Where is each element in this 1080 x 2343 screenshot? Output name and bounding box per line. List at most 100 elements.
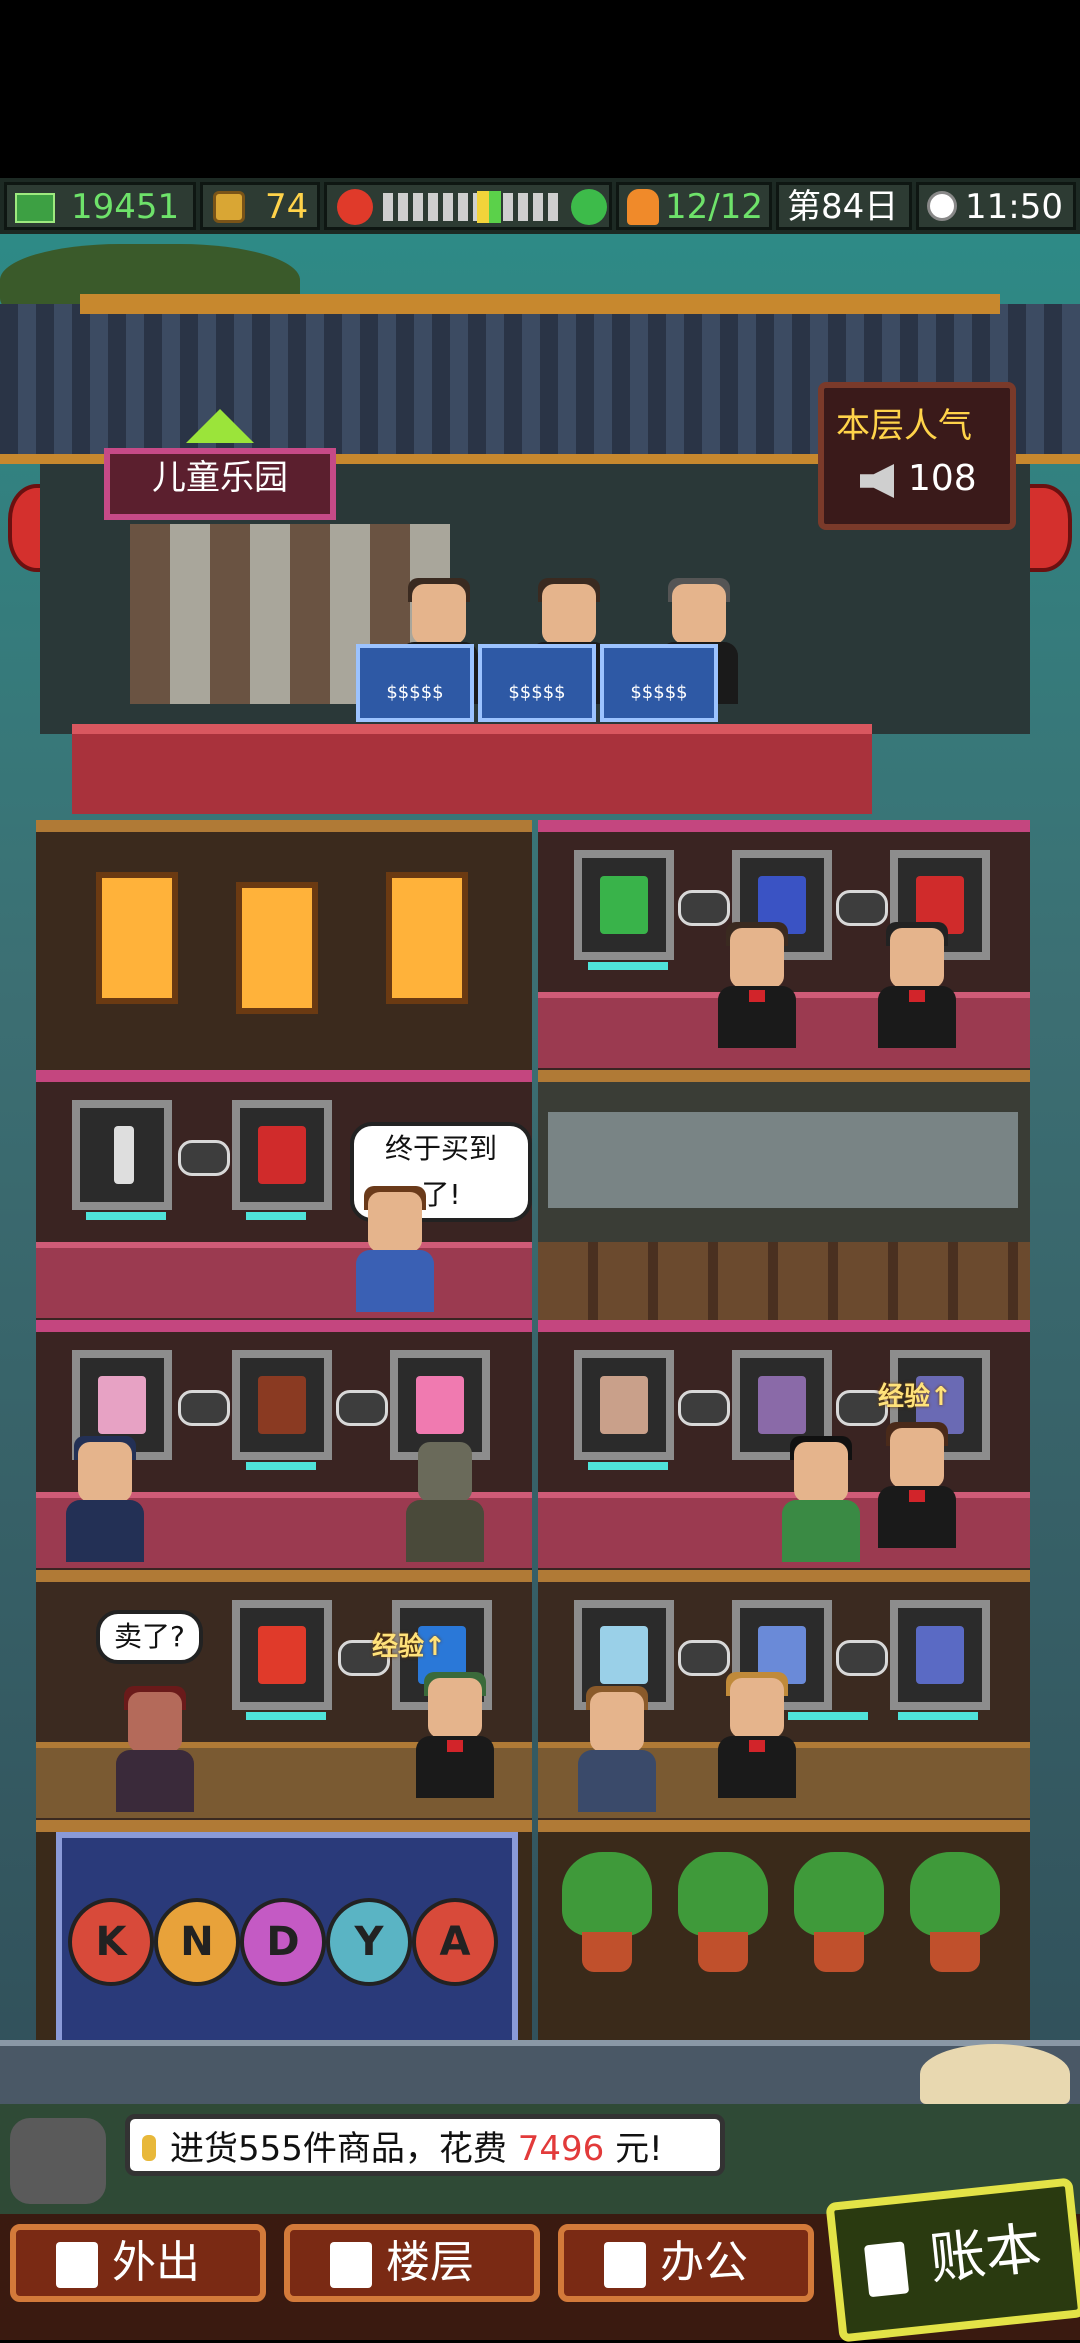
money-display: 19451 [4,182,196,230]
day-display: 第84日 [776,182,912,230]
customer-speech-bubble: 卖了? [96,1610,203,1664]
coin-icon [336,1390,388,1426]
customer[interactable] [356,1186,434,1312]
alert-icon [142,2135,156,2161]
shop-cell[interactable] [538,820,1030,1070]
ledger-book-icon [863,2241,910,2298]
product-shelf[interactable] [890,1600,990,1710]
shop-cell[interactable]: 卖了? 经验↑ [36,1570,532,1820]
potted-plant [678,1852,768,1982]
cat-advisor-avatar[interactable] [10,2118,106,2204]
wall-planks [538,1242,1030,1332]
customer[interactable] [578,1686,656,1812]
product-shelf[interactable] [232,1350,332,1460]
time-value: 11:50 [965,187,1063,227]
experience-buff: 经验↑ [372,1632,446,1662]
go-out-button[interactable]: 外出 [10,2224,266,2302]
experience-buff: 经验↑ [878,1382,952,1412]
coin-value: 74 [265,187,309,227]
ledger-button[interactable]: 账本 [825,2177,1080,2343]
robot-customer[interactable] [406,1442,484,1562]
buff-label: 经验 [878,1382,931,1412]
floors-label: 楼层 [386,2237,474,2288]
mood-bar-marker [477,191,501,223]
floors-button[interactable]: 楼层 [284,2224,540,2302]
clock-icon [927,191,957,221]
product-shelf[interactable] [574,850,674,960]
shop-cell[interactable]: 经验↑ [538,1320,1030,1570]
slot-letter: D [240,1898,326,1986]
shop-name: 儿童乐园 [152,458,288,498]
display-counter [36,1242,532,1318]
office-button[interactable]: 办公 [558,2224,814,2302]
slot-letter: N [154,1898,240,1986]
coin-display: 74 [200,182,320,230]
lantern-decoration [236,882,318,1014]
cash-icon [15,193,55,223]
coin-icon [678,890,730,926]
shop-cell[interactable] [36,1320,532,1570]
product-shelf[interactable] [574,1350,674,1460]
up-arrow-icon[interactable] [186,409,254,443]
restock-bar [788,1712,868,1720]
restock-bar [86,1212,166,1220]
police-officer[interactable] [66,1436,144,1562]
cash-register[interactable]: $$$$$ [478,644,596,722]
plant-room[interactable] [538,1820,1030,2060]
potted-plant [910,1852,1000,1982]
shopkeeper[interactable] [718,1672,796,1798]
office-label: 办公 [660,2237,748,2288]
message-amount: 7496 [517,2129,605,2169]
slot-letter: Y [326,1898,412,1986]
register-label: $$$$$ [386,682,444,703]
coin-icon [678,1390,730,1426]
coin-icon [178,1140,230,1176]
roof-ridge [80,294,1000,314]
cash-register[interactable]: $$$$$ [600,644,718,722]
go-out-label: 外出 [112,2237,200,2288]
popularity-label: 本层人气 [836,406,972,446]
slot-machine-room[interactable]: K N D Y A [36,1820,532,2064]
building-scene[interactable]: 儿童乐园 $$$$$ $$$$$ $$$$$ 本层人气 108 终于买到了! 经… [0,234,1080,2104]
slot-letter: A [412,1898,498,1986]
restock-bar [246,1212,306,1220]
open-book-icon[interactable] [920,2044,1070,2104]
staff-display: 12/12 [616,182,772,230]
shopkeeper[interactable] [416,1672,494,1798]
exit-door-icon [56,2242,98,2288]
empty-cell-ghost[interactable] [538,1070,1030,1332]
shopkeeper[interactable] [878,1422,956,1548]
shop-cell[interactable]: 终于买到了! [36,1070,532,1320]
popularity-panel[interactable]: 本层人气 108 [818,382,1016,530]
shop-name-sign[interactable]: 儿童乐园 [104,448,336,520]
shop-cell[interactable] [538,1570,1030,1820]
coin-icon [213,191,245,223]
locked-display [548,1112,1018,1208]
potted-plant [562,1852,652,1982]
shopkeeper[interactable] [878,922,956,1048]
restock-bar [588,1462,668,1470]
floors-icon [330,2242,372,2288]
notification-message: 进货555件商品，花费 7496 元! [125,2114,725,2176]
street [0,2040,1080,2104]
product-shelf[interactable] [232,1600,332,1710]
slot-letter: K [68,1898,154,1986]
buff-label: 经验 [372,1632,425,1662]
register-label: $$$$$ [630,682,688,703]
ogre-customer[interactable] [116,1686,194,1812]
day-value: 第84日 [787,187,899,227]
worker-icon [627,189,659,225]
register-label: $$$$$ [508,682,566,703]
time-display: 11:50 [916,182,1076,230]
product-shelf[interactable] [232,1100,332,1210]
message-suffix: 元! [615,2129,663,2169]
ledger-label: 账本 [926,2216,1045,2293]
slot-machine[interactable]: K N D Y A [56,1832,518,2064]
happy-face-icon [571,189,607,225]
product-shelf[interactable] [72,1100,172,1210]
lantern-room[interactable] [36,820,532,1070]
shopkeeper[interactable] [718,922,796,1048]
customer[interactable] [782,1436,860,1562]
message-prefix: 进货555件商品，花费 [170,2129,507,2169]
cash-register[interactable]: $$$$$ [356,644,474,722]
